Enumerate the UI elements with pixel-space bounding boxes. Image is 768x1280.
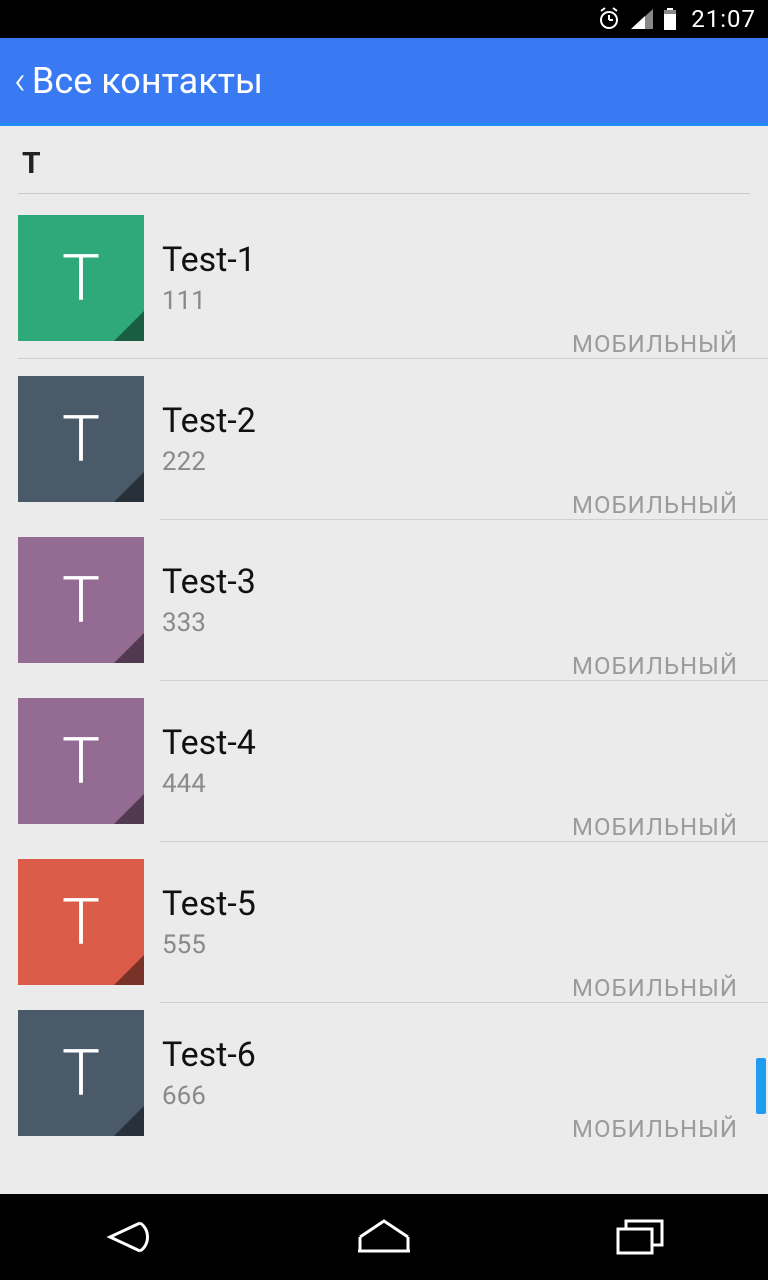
avatar-corner-icon (114, 311, 144, 341)
app-header: ‹ Все контакты (0, 38, 768, 126)
avatar-letter: T (62, 1036, 100, 1111)
contact-row[interactable]: T Test-1 111 МОБИЛЬНЫЙ (0, 198, 768, 358)
contact-name: Test-6 (162, 1035, 572, 1075)
avatar-corner-icon (114, 633, 144, 663)
status-bar: 21:07 (0, 0, 768, 38)
contact-number: 333 (162, 608, 572, 638)
device-frame: 21:07 ‹ Все контакты Т T Test-1 111 МОБИ… (0, 0, 768, 1280)
section-divider (18, 193, 750, 194)
home-button[interactable] (324, 1207, 444, 1267)
back-icon[interactable]: ‹ (14, 61, 26, 101)
contact-info: Test-5 555 (162, 884, 572, 960)
contact-type: МОБИЛЬНЫЙ (572, 974, 738, 1002)
contact-row[interactable]: T Test-5 555 МОБИЛЬНЫЙ (0, 842, 768, 1002)
contact-number: 222 (162, 447, 572, 477)
back-button[interactable] (68, 1207, 188, 1267)
contact-avatar[interactable]: T (18, 698, 144, 824)
page-title[interactable]: Все контакты (32, 60, 263, 102)
signal-icon (631, 9, 653, 29)
contact-avatar[interactable]: T (18, 376, 144, 502)
section-letter: Т (0, 126, 768, 193)
system-nav-bar (0, 1194, 768, 1280)
avatar-letter: T (62, 563, 100, 638)
avatar-corner-icon (114, 472, 144, 502)
contact-avatar[interactable]: T (18, 537, 144, 663)
contact-number: 555 (162, 930, 572, 960)
contact-name: Test-2 (162, 401, 572, 441)
recent-apps-button[interactable] (580, 1207, 700, 1267)
avatar-corner-icon (114, 955, 144, 985)
scroll-indicator[interactable] (756, 1058, 766, 1114)
contact-info: Test-1 111 (162, 240, 572, 316)
status-time: 21:07 (691, 5, 756, 33)
contact-row[interactable]: T Test-3 333 МОБИЛЬНЫЙ (0, 520, 768, 680)
contact-type: МОБИЛЬНЫЙ (572, 652, 738, 680)
contact-type: МОБИЛЬНЫЙ (572, 491, 738, 519)
contacts-content: Т T Test-1 111 МОБИЛЬНЫЙ T (0, 126, 768, 1194)
avatar-corner-icon (114, 1106, 144, 1136)
contact-info: Test-3 333 (162, 562, 572, 638)
contact-info: Test-6 666 (162, 1035, 572, 1111)
alarm-icon (597, 7, 621, 31)
avatar-letter: T (62, 402, 100, 477)
avatar-letter: T (62, 885, 100, 960)
contact-row[interactable]: T Test-4 444 МОБИЛЬНЫЙ (0, 681, 768, 841)
contact-number: 444 (162, 769, 572, 799)
contact-name: Test-3 (162, 562, 572, 602)
contact-number: 111 (162, 286, 572, 316)
contact-row[interactable]: T Test-6 666 МОБИЛЬНЫЙ (0, 1003, 768, 1143)
avatar-corner-icon (114, 794, 144, 824)
contact-row[interactable]: T Test-2 222 МОБИЛЬНЫЙ (0, 359, 768, 519)
contact-name: Test-4 (162, 723, 572, 763)
contact-name: Test-1 (162, 240, 572, 280)
contact-name: Test-5 (162, 884, 572, 924)
contact-info: Test-2 222 (162, 401, 572, 477)
battery-icon (663, 8, 677, 30)
avatar-letter: T (62, 724, 100, 799)
contact-type: МОБИЛЬНЫЙ (572, 813, 738, 841)
contact-avatar[interactable]: T (18, 1010, 144, 1136)
avatar-letter: T (62, 241, 100, 316)
contacts-list[interactable]: T Test-1 111 МОБИЛЬНЫЙ T Test-2 222 (0, 198, 768, 1194)
contact-type: МОБИЛЬНЫЙ (572, 1115, 738, 1143)
contact-avatar[interactable]: T (18, 859, 144, 985)
contact-info: Test-4 444 (162, 723, 572, 799)
contact-avatar[interactable]: T (18, 215, 144, 341)
contact-number: 666 (162, 1081, 572, 1111)
contact-type: МОБИЛЬНЫЙ (572, 330, 738, 358)
